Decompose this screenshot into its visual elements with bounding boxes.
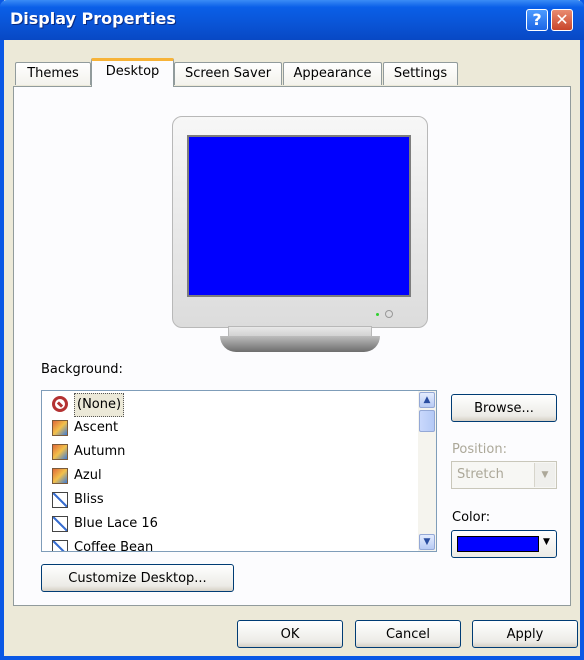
color-swatch [457, 536, 539, 552]
bitmap-file-icon [52, 516, 68, 532]
preview-screen [187, 135, 411, 297]
scroll-thumb[interactable] [419, 410, 435, 432]
monitor-preview [168, 112, 432, 356]
list-item-label: Bliss [74, 492, 104, 507]
background-listbox[interactable]: (None) Ascent Autumn Azul Bliss Blue Lac… [41, 390, 437, 552]
color-label: Color: [452, 510, 491, 525]
help-button[interactable]: ? [526, 9, 548, 31]
apply-button[interactable]: Apply [472, 620, 578, 648]
title-bar[interactable]: Display Properties ? ✕ [0, 0, 584, 40]
position-label: Position: [452, 442, 507, 457]
monitor-bezel [172, 116, 428, 328]
list-item-label: Coffee Bean [74, 540, 154, 552]
image-file-icon [52, 420, 68, 436]
browse-button[interactable]: Browse... [451, 394, 557, 422]
image-file-icon [52, 444, 68, 460]
window-title: Display Properties [10, 9, 176, 28]
power-led-icon [376, 313, 379, 316]
scroll-up-icon[interactable]: ▲ [419, 392, 435, 408]
color-picker-button[interactable]: ▼ [451, 530, 557, 558]
tab-screen-saver[interactable]: Screen Saver [174, 62, 282, 85]
tab-appearance[interactable]: Appearance [283, 62, 382, 85]
chevron-down-icon: ▼ [543, 537, 550, 547]
scroll-down-icon[interactable]: ▼ [419, 534, 435, 550]
monitor-stand [220, 336, 380, 352]
tab-desktop[interactable]: Desktop [91, 58, 174, 87]
no-symbol-icon [52, 396, 68, 412]
list-item-label: Blue Lace 16 [74, 516, 158, 531]
bitmap-file-icon [52, 492, 68, 508]
position-dropdown[interactable]: Stretch ▼ [451, 461, 557, 489]
listbox-scrollbar[interactable]: ▲ ▼ [418, 391, 436, 551]
close-button[interactable]: ✕ [551, 9, 573, 31]
cancel-button[interactable]: Cancel [355, 620, 461, 648]
customize-desktop-button[interactable]: Customize Desktop... [41, 564, 234, 592]
tab-settings[interactable]: Settings [383, 62, 458, 85]
list-item-label: Azul [74, 468, 102, 483]
list-item-label: (None) [74, 393, 125, 417]
tab-themes[interactable]: Themes [15, 62, 91, 85]
power-button-icon [385, 310, 393, 318]
bitmap-file-icon [52, 540, 68, 551]
background-label: Background: [41, 362, 123, 377]
list-item-label: Ascent [74, 420, 119, 435]
ok-button[interactable]: OK [237, 620, 343, 648]
list-item-label: Autumn [74, 444, 126, 459]
chevron-down-icon: ▼ [534, 463, 555, 487]
position-value: Stretch [457, 467, 504, 482]
image-file-icon [52, 468, 68, 484]
